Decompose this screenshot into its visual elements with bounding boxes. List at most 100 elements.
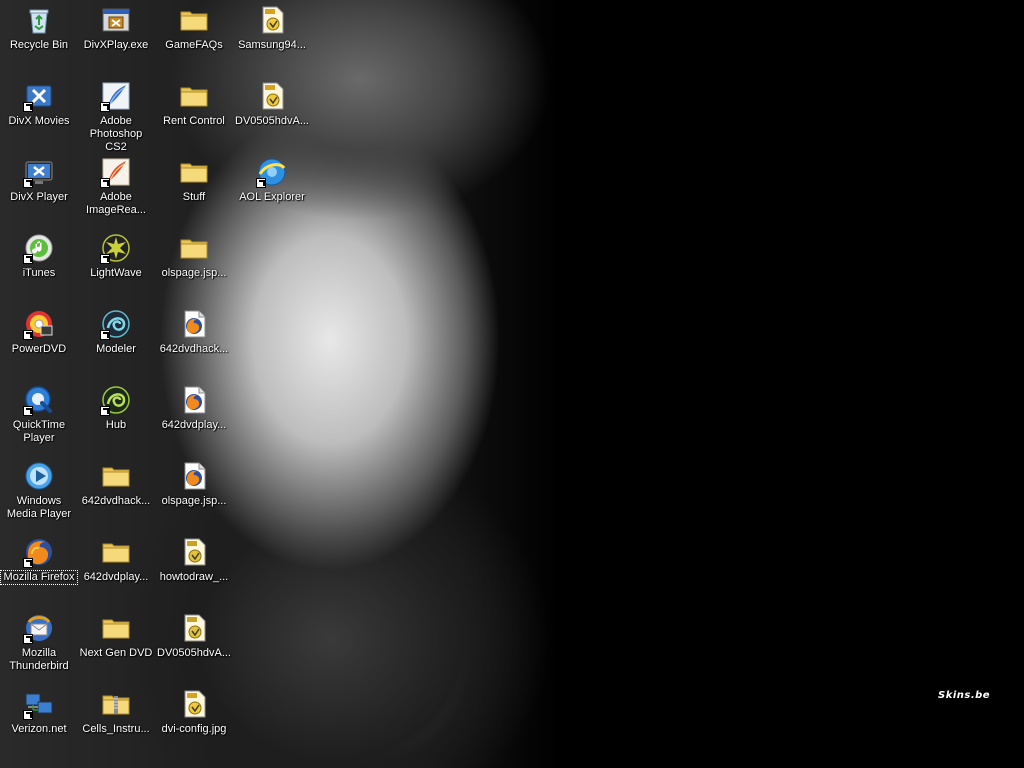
desktop-icon-label: Adobe Photoshop CS2 xyxy=(89,115,143,153)
desktop-icon-label: 642dvdhack... xyxy=(159,343,229,355)
desktop-icon-label: Samsung94... xyxy=(238,39,306,51)
desktop-icon-olspage-folder[interactable]: olspage.jsp... xyxy=(156,228,232,298)
network-icon xyxy=(23,688,55,720)
lightwave-icon xyxy=(100,232,132,264)
shortcut-arrow-icon xyxy=(23,406,33,416)
desktop-icon-hub[interactable]: Hub xyxy=(78,380,154,450)
desktop-icon-samsung94[interactable]: Samsung94... xyxy=(234,0,310,70)
jpg-image-icon xyxy=(256,80,288,112)
firefox-document-icon xyxy=(178,384,210,416)
desktop-icon-label: Recycle Bin xyxy=(9,39,69,51)
modeler-icon xyxy=(100,308,132,340)
recycle-bin-icon xyxy=(23,4,55,36)
shortcut-arrow-icon xyxy=(100,330,110,340)
folder-icon xyxy=(100,612,132,644)
folder-icon xyxy=(100,460,132,492)
firefox-document-icon xyxy=(178,308,210,340)
desktop-icon-divxplay-exe[interactable]: DivXPlay.exe xyxy=(78,0,154,70)
shortcut-arrow-icon xyxy=(23,330,33,340)
desktop-icon-label: 642dvdplay... xyxy=(161,419,227,431)
desktop-icon-642dvdplay-folder[interactable]: 642dvdplay... xyxy=(78,532,154,602)
gif-image-icon xyxy=(178,536,210,568)
desktop-icon-label: Windows Media Player xyxy=(6,495,72,520)
desktop-icon-gamefaqs[interactable]: GameFAQs xyxy=(156,0,232,70)
shortcut-arrow-icon xyxy=(23,254,33,264)
zip-folder-icon xyxy=(100,688,132,720)
desktop-icon-stuff[interactable]: Stuff xyxy=(156,152,232,222)
desktop-icon-label: PowerDVD xyxy=(11,343,67,355)
desktop-icon-label: Modeler xyxy=(96,343,136,355)
desktop-icon-642dvdplay-html[interactable]: 642dvdplay... xyxy=(156,380,232,450)
firefox-icon xyxy=(23,536,55,568)
hub-icon xyxy=(100,384,132,416)
desktop-icon-label: DV0505hdvA... xyxy=(235,115,309,127)
desktop-icon-label: Adobe ImageRea... xyxy=(86,191,146,216)
desktop-icon-dvi-config[interactable]: dvi-config.jpg xyxy=(156,684,232,754)
firefox-document-icon xyxy=(178,460,210,492)
shortcut-arrow-icon xyxy=(100,178,110,188)
desktop-icon-label: LightWave xyxy=(90,267,142,279)
shortcut-arrow-icon xyxy=(100,406,110,416)
desktop-icon-next-gen-dvd[interactable]: Next Gen DVD xyxy=(78,608,154,678)
photoshop-icon xyxy=(100,80,132,112)
desktop-icon-label: Stuff xyxy=(182,191,206,203)
desktop-icon-642dvdhack-folder[interactable]: 642dvdhack... xyxy=(78,456,154,526)
jpg-image-icon xyxy=(178,688,210,720)
windows-media-player-icon xyxy=(23,460,55,492)
desktop-icon-adobe-imageready[interactable]: Adobe ImageRea... xyxy=(78,152,154,222)
desktop-icon-label: DV0505hdvA... xyxy=(157,647,231,659)
desktop-icon-windows-media-player[interactable]: Windows Media Player xyxy=(1,456,77,526)
desktop-icon-label: AOL Explorer xyxy=(239,191,305,203)
desktop-icon-howtodraw[interactable]: howtodraw_... xyxy=(156,532,232,602)
shortcut-arrow-icon xyxy=(23,178,33,188)
desktop-icon-dv0505hdva-1[interactable]: DV0505hdvA... xyxy=(234,76,310,146)
desktop-icon-mozilla-thunderbird[interactable]: Mozilla Thunderbird xyxy=(1,608,77,678)
folder-icon xyxy=(100,536,132,568)
desktop-icon-lightwave[interactable]: LightWave xyxy=(78,228,154,298)
divx-icon xyxy=(23,80,55,112)
desktop-icon-label: howtodraw_... xyxy=(159,571,229,583)
shortcut-arrow-icon xyxy=(100,102,110,112)
desktop-icon-adobe-photoshop-cs2[interactable]: Adobe Photoshop CS2 xyxy=(78,76,154,153)
desktop-icon-label: olspage.jsp... xyxy=(161,495,227,507)
desktop-icon-modeler[interactable]: Modeler xyxy=(78,304,154,374)
desktop-icon-divx-movies[interactable]: DivX Movies xyxy=(1,76,77,146)
desktop-icon-label: DivX Movies xyxy=(8,115,70,127)
shortcut-arrow-icon xyxy=(23,102,33,112)
jpg-image-icon xyxy=(256,4,288,36)
imageready-icon xyxy=(100,156,132,188)
desktop-icon-label: olspage.jsp... xyxy=(161,267,227,279)
folder-icon xyxy=(178,156,210,188)
wallpaper-watermark: Skins.be xyxy=(938,690,991,701)
folder-icon xyxy=(178,4,210,36)
desktop-icon-mozilla-firefox[interactable]: Mozilla Firefox xyxy=(0,532,78,602)
desktop-icon-label: DivXPlay.exe xyxy=(83,39,149,51)
application-icon xyxy=(100,4,132,36)
desktop-icon-label: GameFAQs xyxy=(165,39,223,51)
desktop-icon-quicktime-player[interactable]: QuickTime Player xyxy=(1,380,77,450)
desktop-icon-recycle-bin[interactable]: Recycle Bin xyxy=(1,0,77,70)
thunderbird-icon xyxy=(23,612,55,644)
desktop-icon-label: Cells_Instru... xyxy=(82,723,150,735)
desktop-icon-itunes[interactable]: iTunes xyxy=(1,228,77,298)
shortcut-arrow-icon xyxy=(256,178,266,188)
desktop-icon-rent-control[interactable]: Rent Control xyxy=(156,76,232,146)
desktop-icon-label: Mozilla Firefox xyxy=(0,570,78,585)
desktop-icon-divx-player[interactable]: DivX Player xyxy=(1,152,77,222)
shortcut-arrow-icon xyxy=(23,710,33,720)
desktop[interactable]: Skins.be Recycle Bin DivX Movies DivX Play… xyxy=(0,0,1024,768)
desktop-icon-642dvdhack-html[interactable]: 642dvdhack... xyxy=(156,304,232,374)
desktop-icon-label: DivX Player xyxy=(10,191,68,203)
desktop-icon-verizon-net[interactable]: Verizon.net xyxy=(1,684,77,754)
powerdvd-icon xyxy=(23,308,55,340)
desktop-icon-olspage-html[interactable]: olspage.jsp... xyxy=(156,456,232,526)
folder-icon xyxy=(178,80,210,112)
desktop-icon-cells-instru[interactable]: Cells_Instru... xyxy=(78,684,154,754)
shortcut-arrow-icon xyxy=(100,254,110,264)
desktop-icon-dv0505hdva-2[interactable]: DV0505hdvA... xyxy=(156,608,232,678)
shortcut-arrow-icon xyxy=(23,634,33,644)
desktop-icon-powerdvd[interactable]: PowerDVD xyxy=(1,304,77,374)
folder-icon xyxy=(178,232,210,264)
aol-explorer-icon xyxy=(256,156,288,188)
desktop-icon-aol-explorer[interactable]: AOL Explorer xyxy=(234,152,310,222)
